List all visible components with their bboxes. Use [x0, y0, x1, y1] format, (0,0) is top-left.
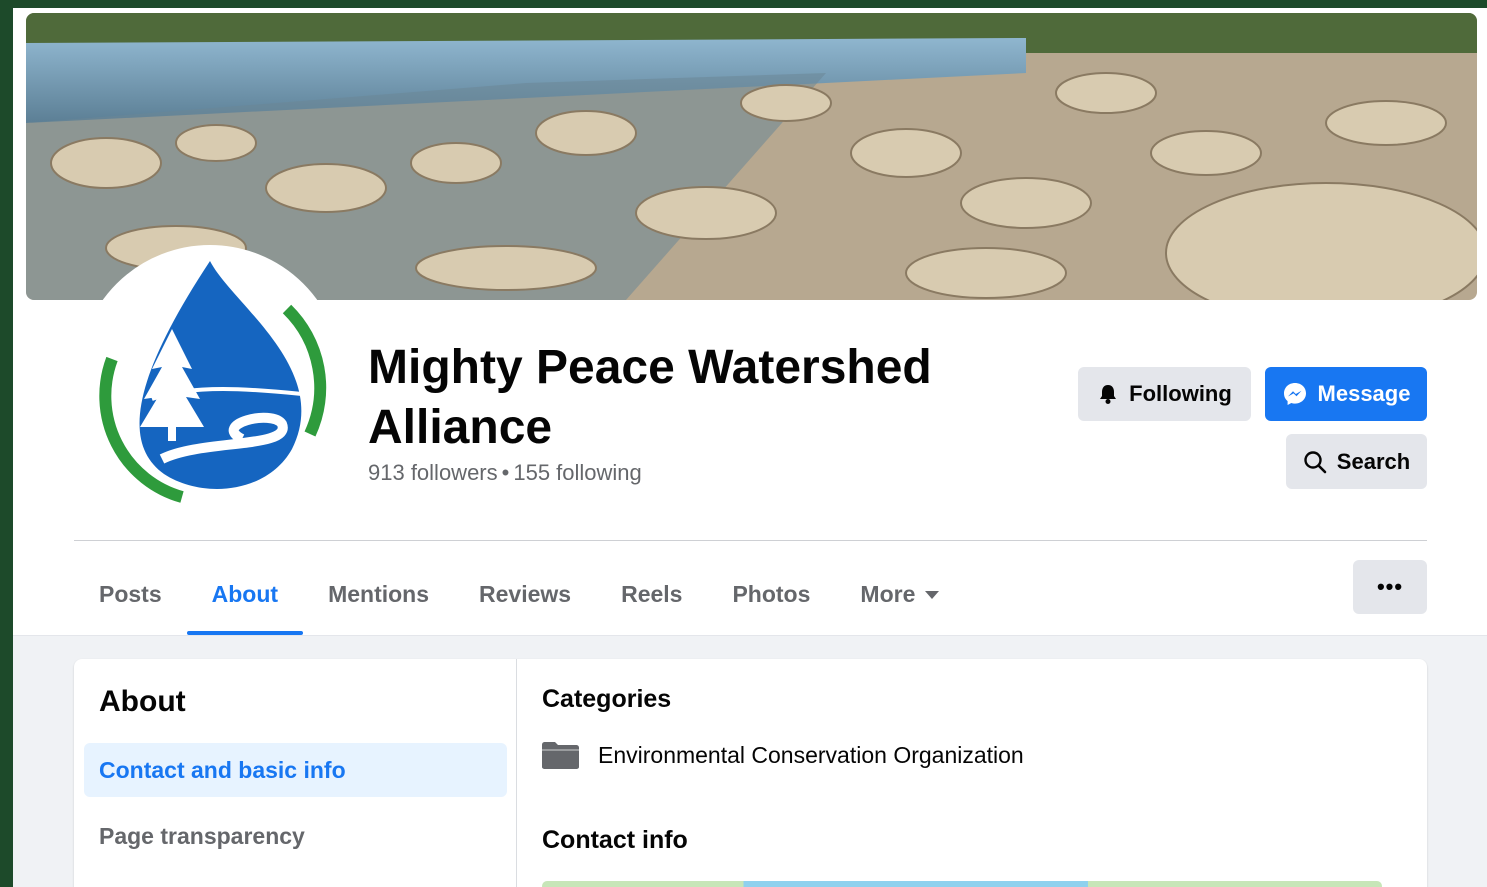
more-options-button[interactable]: ••• [1353, 560, 1427, 614]
message-label: Message [1317, 381, 1411, 406]
tab-posts[interactable]: Posts [74, 553, 187, 635]
about-card: About Contact and basic info Page transp… [74, 659, 1427, 887]
category-text[interactable]: Environmental Conservation Organization [598, 742, 1024, 769]
following-count[interactable]: 155 following [513, 460, 641, 485]
about-title: About [99, 685, 186, 718]
tab-mentions[interactable]: Mentions [303, 553, 454, 635]
tab-label: About [211, 580, 279, 607]
watershed-logo-icon [82, 249, 338, 505]
tab-label: Reviews [479, 580, 572, 607]
tab-reels[interactable]: Reels [596, 553, 707, 635]
search-button[interactable]: Search [1286, 434, 1427, 489]
category-row: Environmental Conservation Organization [542, 741, 1024, 769]
message-button[interactable]: Message [1265, 367, 1427, 421]
search-label: Search [1336, 448, 1411, 474]
page-stats: 913 followers • 155 following [368, 460, 642, 486]
tab-reviews[interactable]: Reviews [454, 553, 596, 635]
caret-down-icon [925, 591, 940, 599]
followers-count[interactable]: 913 followers [368, 460, 498, 485]
tab-label: Mentions [328, 580, 430, 607]
about-section: About Contact and basic info Page transp… [13, 635, 1487, 887]
tab-label: Posts [99, 580, 162, 607]
profile-picture[interactable] [78, 245, 342, 509]
folder-icon [542, 742, 579, 769]
sidebar-item-page-transparency[interactable]: Page transparency [84, 809, 507, 863]
contact-info-banner [542, 881, 1382, 887]
tab-label: More [860, 580, 916, 607]
search-icon [1304, 450, 1327, 473]
page-title: Mighty Peace Watershed Alliance [368, 341, 932, 454]
categories-heading: Categories [542, 685, 672, 713]
page-frame: Mighty Peace Watershed Alliance 913 foll… [13, 8, 1487, 887]
tab-photos[interactable]: Photos [707, 553, 835, 635]
following-button[interactable]: Following [1078, 367, 1251, 421]
tab-about[interactable]: About [186, 553, 304, 635]
about-content: Categories Environmental Conservation Or… [542, 659, 1412, 887]
tab-label: Reels [621, 580, 683, 607]
sidebar-item-next[interactable] [84, 871, 507, 887]
tab-more[interactable]: More [835, 553, 964, 635]
contact-info-heading: Contact info [542, 826, 688, 854]
tab-label: Photos [732, 580, 811, 607]
sidebar-item-contact-basic-info[interactable]: Contact and basic info [84, 743, 507, 797]
stats-separator: • [501, 460, 510, 485]
page-tabs: Posts About Mentions Reviews Reels Photo… [74, 553, 964, 635]
messenger-icon [1283, 383, 1306, 405]
header-divider [74, 540, 1427, 541]
following-label: Following [1129, 381, 1232, 406]
about-sidebar: About Contact and basic info Page transp… [74, 659, 517, 887]
bell-icon [1100, 385, 1117, 404]
